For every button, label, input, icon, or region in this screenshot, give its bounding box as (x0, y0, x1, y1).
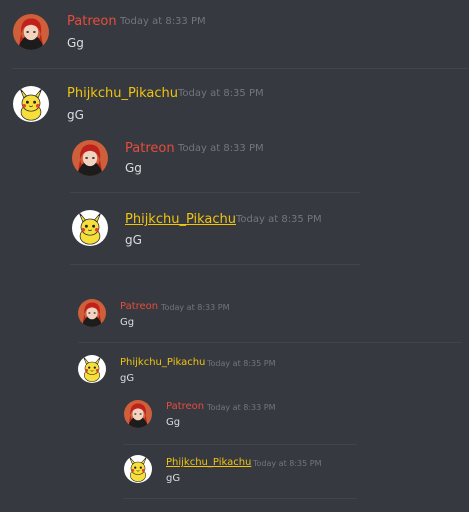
red-haired-character-avatar-icon[interactable] (13, 14, 49, 50)
message-4: Phijkchu_Pikachu Today at 8:35 PM gG (0, 195, 469, 263)
timestamp: Today at 8:35 PM (178, 88, 264, 99)
message-divider (70, 192, 360, 193)
message-divider (70, 264, 360, 265)
author-name[interactable]: Phijkchu_Pikachu (166, 458, 251, 468)
pikachu-avatar-icon[interactable] (124, 455, 152, 483)
author-name[interactable]: Patreon (67, 15, 117, 28)
message-text: gG (125, 233, 142, 247)
message-5: Patreon Today at 8:33 PM Gg (0, 290, 469, 340)
pikachu-avatar-icon[interactable] (72, 210, 108, 246)
message-7: Patreon Today at 8:33 PM Gg (0, 394, 469, 442)
red-haired-character-avatar-icon[interactable] (72, 140, 108, 176)
author-name[interactable]: Phijkchu_Pikachu (120, 358, 205, 368)
timestamp: Today at 8:33 PM (207, 403, 276, 412)
message-divider (123, 444, 357, 445)
message-divider (78, 342, 462, 343)
pikachu-avatar-icon[interactable] (13, 86, 49, 122)
author-name[interactable]: Patreon (125, 142, 175, 155)
red-haired-character-avatar-icon[interactable] (124, 400, 152, 428)
message-2: Phijkchu_Pikachu Today at 8:35 PM gG (0, 69, 469, 129)
message-text: gG (67, 108, 84, 122)
message-3: Patreon Today at 8:33 PM Gg (0, 130, 469, 190)
message-text: gG (120, 373, 135, 384)
message-text: Gg (125, 161, 142, 175)
message-text: Gg (67, 36, 84, 50)
message-1: Patreon Today at 8:33 PM Gg (0, 0, 469, 68)
author-name[interactable]: Phijkchu_Pikachu (67, 87, 178, 100)
message-8: Phijkchu_Pikachu Today at 8:35 PM gG (0, 448, 469, 498)
timestamp: Today at 8:33 PM (120, 16, 206, 27)
author-name[interactable]: Patreon (120, 302, 158, 312)
message-text: Gg (166, 417, 181, 428)
timestamp: Today at 8:33 PM (161, 303, 230, 312)
pikachu-avatar-icon[interactable] (78, 355, 106, 383)
author-name[interactable]: Phijkchu_Pikachu (125, 213, 236, 226)
message-divider (123, 498, 357, 499)
message-6: Phijkchu_Pikachu Today at 8:35 PM gG (0, 346, 469, 394)
message-text: gG (166, 473, 181, 484)
timestamp: Today at 8:35 PM (253, 459, 322, 468)
author-name[interactable]: Patreon (166, 402, 204, 412)
red-haired-character-avatar-icon[interactable] (78, 299, 106, 327)
timestamp: Today at 8:33 PM (178, 143, 264, 154)
timestamp: Today at 8:35 PM (236, 214, 322, 225)
timestamp: Today at 8:35 PM (207, 359, 276, 368)
message-text: Gg (120, 317, 135, 328)
